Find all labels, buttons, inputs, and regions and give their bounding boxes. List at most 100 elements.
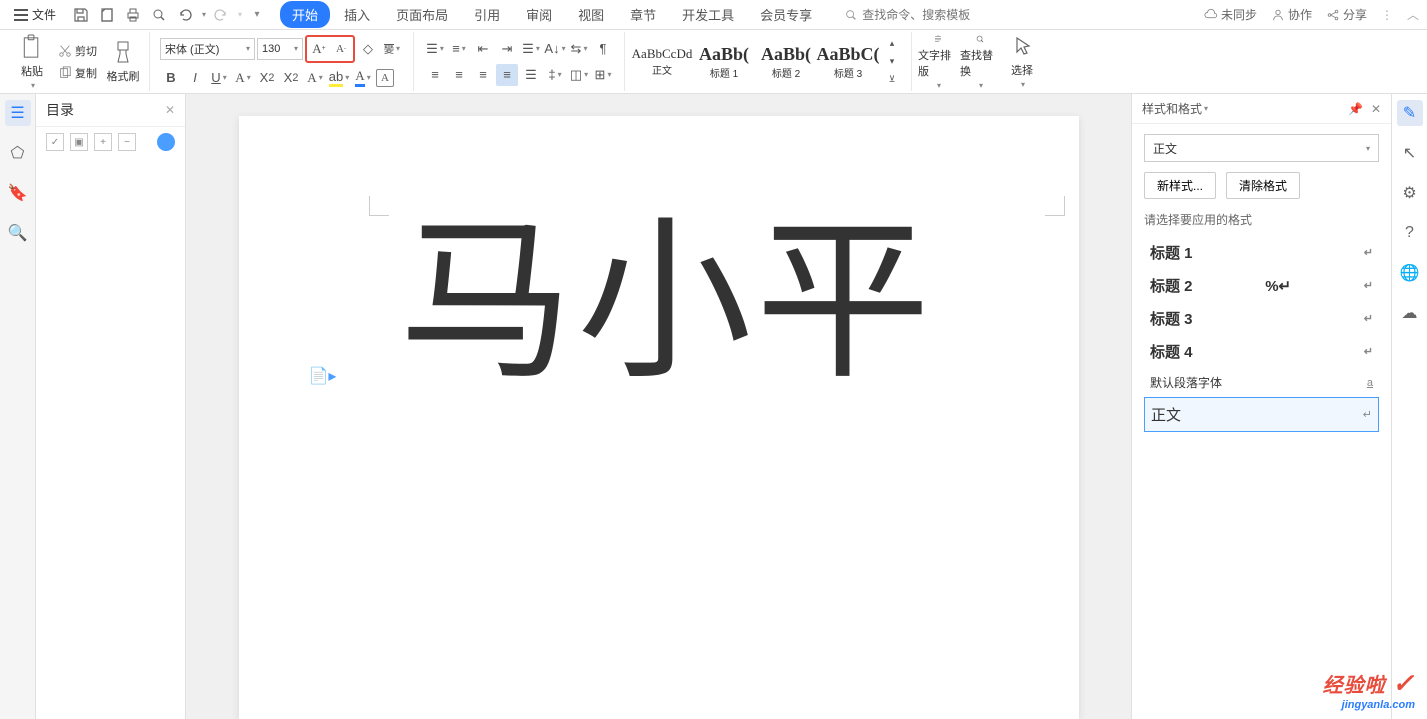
sort-button[interactable]: A↓▾ xyxy=(544,38,566,60)
settings-tool-icon[interactable]: ⚙ xyxy=(1397,180,1423,206)
shrink-font-button[interactable]: A- xyxy=(330,38,352,60)
clear-format-icon[interactable]: ◇ xyxy=(357,38,379,60)
phonetic-guide-icon[interactable]: 變▾ xyxy=(381,38,403,60)
style-h3[interactable]: AaBbC(标题 3 xyxy=(817,35,879,89)
grow-font-button[interactable]: A+ xyxy=(308,38,330,60)
bullet-list-button[interactable]: ☰▾ xyxy=(424,38,446,60)
font-name-select[interactable]: 宋体 (正文)▾ xyxy=(160,38,255,60)
underline-button[interactable]: U▾ xyxy=(208,67,230,89)
font-color-button[interactable]: A▾ xyxy=(352,67,374,89)
tab-review[interactable]: 审阅 xyxy=(514,1,564,28)
strikethrough-button[interactable]: A▾ xyxy=(232,67,254,89)
redo-dropdown[interactable]: ▾ xyxy=(238,10,242,19)
bookmark-tab-icon[interactable]: 🔖 xyxy=(5,180,31,206)
distribute-button[interactable]: ☰ xyxy=(520,64,542,86)
outline-minus-icon[interactable]: − xyxy=(118,133,136,151)
tab-layout[interactable]: 页面布局 xyxy=(384,1,460,28)
current-style-select[interactable]: 正文▾ xyxy=(1144,134,1379,162)
preview-icon[interactable] xyxy=(148,4,170,26)
font-size-select[interactable]: 130▾ xyxy=(257,38,303,60)
cursor-tool-icon[interactable]: ↖ xyxy=(1397,140,1423,166)
pen-tool-icon[interactable]: ✎ xyxy=(1397,100,1423,126)
tab-button[interactable]: ⇆▾ xyxy=(568,38,590,60)
qat-customize[interactable]: ▾ xyxy=(246,4,268,26)
style-item-h1[interactable]: 标题 1↵ xyxy=(1144,236,1379,269)
show-marks-button[interactable]: ¶ xyxy=(592,38,614,60)
asian-layout-button[interactable]: ☰▾ xyxy=(520,38,542,60)
align-center-button[interactable]: ≡ xyxy=(448,64,470,86)
cut-button[interactable]: 剪切 xyxy=(54,41,101,61)
collab-button[interactable]: 协作 xyxy=(1271,6,1312,23)
translate-tool-icon[interactable]: 🌐 xyxy=(1397,260,1423,286)
shape-tab-icon[interactable]: ⬠ xyxy=(5,140,31,166)
tab-view[interactable]: 视图 xyxy=(566,1,616,28)
increase-indent-button[interactable]: ⇥ xyxy=(496,38,518,60)
document-text[interactable]: 马小平 xyxy=(269,216,1049,391)
cloud-tool-icon[interactable]: ☁ xyxy=(1397,300,1423,326)
help-tool-icon[interactable]: ? xyxy=(1397,220,1423,246)
command-search[interactable] xyxy=(844,8,1002,22)
tab-start[interactable]: 开始 xyxy=(280,1,330,28)
collapse-ribbon[interactable]: ︿ xyxy=(1407,6,1419,23)
align-left-button[interactable]: ≡ xyxy=(424,64,446,86)
select-button[interactable]: 选择▾ xyxy=(1002,34,1042,90)
new-style-button[interactable]: 新样式... xyxy=(1144,172,1216,199)
styles-expand[interactable]: ⊻ xyxy=(881,72,903,88)
tab-member[interactable]: 会员专享 xyxy=(748,1,824,28)
print-alt-icon[interactable] xyxy=(96,4,118,26)
line-spacing-button[interactable]: ‡▾ xyxy=(544,64,566,86)
outline-plus-icon[interactable]: + xyxy=(94,133,112,151)
decrease-indent-button[interactable]: ⇤ xyxy=(472,38,494,60)
typesetting-button[interactable]: 文字排版▾ xyxy=(918,34,958,90)
format-painter-button[interactable]: 格式刷 xyxy=(103,34,143,90)
subscript-button[interactable]: X2 xyxy=(280,67,302,89)
borders-button[interactable]: ⊞▾ xyxy=(592,64,614,86)
style-body[interactable]: AaBbCcDd正文 xyxy=(631,35,693,89)
number-list-button[interactable]: ≡▾ xyxy=(448,38,470,60)
share-button[interactable]: 分享 xyxy=(1326,6,1367,23)
search-input[interactable] xyxy=(862,8,1002,22)
close-panel-icon[interactable]: ✕ xyxy=(1371,102,1381,116)
highlight-color-button[interactable]: ab▾ xyxy=(328,67,350,89)
undo-dropdown[interactable]: ▾ xyxy=(202,10,206,19)
shading-button[interactable]: ◫▾ xyxy=(568,64,590,86)
tab-devtools[interactable]: 开发工具 xyxy=(670,1,746,28)
undo-icon[interactable] xyxy=(174,4,196,26)
bold-button[interactable]: B xyxy=(160,67,182,89)
char-border-button[interactable]: A xyxy=(376,69,394,87)
style-h2[interactable]: AaBb(标题 2 xyxy=(755,35,817,89)
search-tab-icon[interactable]: 🔍 xyxy=(5,220,31,246)
tab-chapter[interactable]: 章节 xyxy=(618,1,668,28)
save-icon[interactable] xyxy=(70,4,92,26)
style-item-h4[interactable]: 标题 4↵ xyxy=(1144,335,1379,368)
style-item-default-font[interactable]: 默认段落字体a xyxy=(1144,368,1379,397)
style-h1[interactable]: AaBb(标题 1 xyxy=(693,35,755,89)
align-justify-button[interactable]: ≡ xyxy=(496,64,518,86)
styles-panel-dropdown[interactable]: ▾ xyxy=(1204,104,1208,113)
sync-status[interactable]: 未同步 xyxy=(1204,6,1257,23)
outline-check-icon[interactable]: ✓ xyxy=(46,133,64,151)
outline-tab-icon[interactable]: ☰ xyxy=(5,100,31,126)
outline-sync-dot[interactable] xyxy=(157,133,175,151)
styles-scroll-down[interactable]: ▾ xyxy=(881,54,903,70)
file-menu[interactable]: 文件 xyxy=(8,6,62,23)
align-right-button[interactable]: ≡ xyxy=(472,64,494,86)
style-item-body[interactable]: 正文↵ xyxy=(1144,397,1379,432)
tab-references[interactable]: 引用 xyxy=(462,1,512,28)
paragraph-mark-icon[interactable]: 📄▸ xyxy=(309,366,337,386)
superscript-button[interactable]: X2 xyxy=(256,67,278,89)
style-item-h2[interactable]: 标题 2%↵↵ xyxy=(1144,269,1379,302)
print-icon[interactable] xyxy=(122,4,144,26)
redo-icon[interactable] xyxy=(210,4,232,26)
paste-button[interactable]: 粘贴▾ xyxy=(12,34,52,90)
pin-icon[interactable]: 📌 xyxy=(1348,102,1363,116)
style-item-h3[interactable]: 标题 3↵ xyxy=(1144,302,1379,335)
text-effects-button[interactable]: A▾ xyxy=(304,67,326,89)
copy-button[interactable]: 复制 xyxy=(54,63,101,83)
italic-button[interactable]: I xyxy=(184,67,206,89)
more-menu[interactable]: ⋮ xyxy=(1381,8,1393,22)
tab-insert[interactable]: 插入 xyxy=(332,1,382,28)
find-replace-button[interactable]: 查找替换▾ xyxy=(960,34,1000,90)
document-area[interactable]: 📄▸ 马小平 xyxy=(186,94,1131,719)
outline-expand-icon[interactable]: ▣ xyxy=(70,133,88,151)
